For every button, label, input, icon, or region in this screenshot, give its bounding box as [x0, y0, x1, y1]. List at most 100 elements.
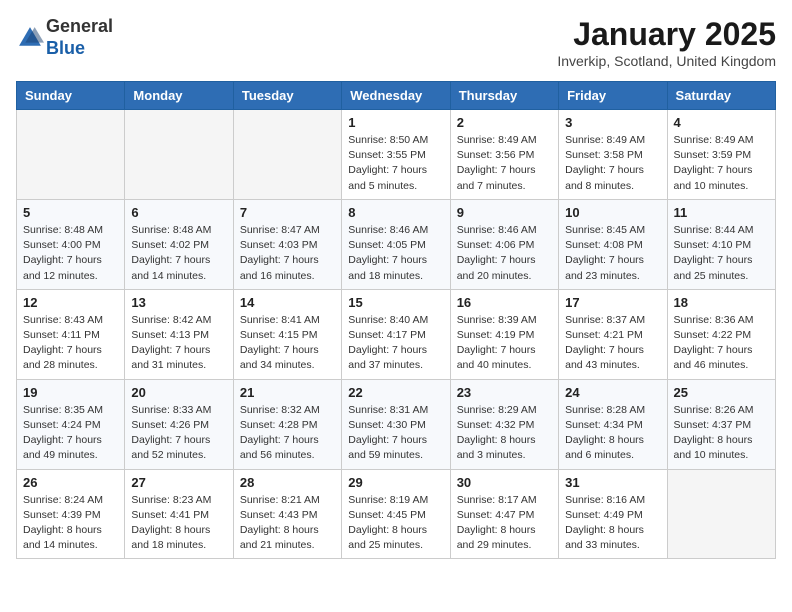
logo-blue-text: Blue — [46, 38, 85, 58]
day-cell-2-3: 15Sunrise: 8:40 AM Sunset: 4:17 PM Dayli… — [342, 289, 450, 379]
day-number: 20 — [131, 385, 226, 400]
day-cell-2-5: 17 Sunrise: 8:37 AM Sunset: 4:21 PM Dayli… — [559, 289, 667, 379]
day-info: Sunrise: 8:24 AM Sunset: 4:39 PM Dayligh… — [23, 493, 118, 554]
day-number: 2 — [457, 115, 552, 130]
day-cell-3-2: 21 Sunrise: 8:32 AM Sunset: 4:28 PM Dayli… — [233, 379, 341, 469]
day-info: Sunrise: 8:50 AM Sunset: 3:55 PM Dayligh… — [348, 133, 443, 194]
day-info: Sunrise: 8:49 AM Sunset: 3:58 PM Dayligh… — [565, 133, 660, 194]
day-number: 30 — [457, 475, 552, 490]
day-number: 11 — [674, 205, 769, 220]
day-cell-4-6 — [667, 469, 775, 559]
day-cell-0-0 — [17, 110, 125, 200]
day-cell-4-1: 27 Sunrise: 8:23 AM Sunset: 4:41 PM Dayli… — [125, 469, 233, 559]
day-number: 6 — [131, 205, 226, 220]
day-number: 8 — [348, 205, 443, 220]
week-row-1: 1 Sunrise: 8:50 AM Sunset: 3:55 PM Daylig… — [17, 110, 776, 200]
day-number: 29 — [348, 475, 443, 490]
day-info: Sunrise: 8:43 AM Sunset: 4:11 PM Dayligh… — [23, 313, 118, 374]
day-cell-1-3: 8Sunrise: 8:46 AM Sunset: 4:05 PM Daylig… — [342, 199, 450, 289]
day-cell-0-3: 1 Sunrise: 8:50 AM Sunset: 3:55 PM Daylig… — [342, 110, 450, 200]
day-number: 19 — [23, 385, 118, 400]
day-number: 1 — [348, 115, 443, 130]
day-cell-3-3: 22 Sunrise: 8:31 AM Sunset: 4:30 PM Dayli… — [342, 379, 450, 469]
day-number: 15 — [348, 295, 443, 310]
day-cell-3-6: 25 Sunrise: 8:26 AM Sunset: 4:37 PM Dayli… — [667, 379, 775, 469]
day-cell-0-1 — [125, 110, 233, 200]
logo: General Blue — [16, 16, 113, 59]
day-number: 23 — [457, 385, 552, 400]
day-cell-2-0: 12 Sunrise: 8:43 AM Sunset: 4:11 PM Dayli… — [17, 289, 125, 379]
day-info: Sunrise: 8:42 AM Sunset: 4:13 PM Dayligh… — [131, 313, 226, 374]
day-number: 21 — [240, 385, 335, 400]
day-number: 25 — [674, 385, 769, 400]
day-info: Sunrise: 8:46 AM Sunset: 4:06 PM Dayligh… — [457, 223, 552, 284]
day-info: Sunrise: 8:28 AM Sunset: 4:34 PM Dayligh… — [565, 403, 660, 464]
logo-general-text: General — [46, 16, 113, 36]
day-info: Sunrise: 8:49 AM Sunset: 3:56 PM Dayligh… — [457, 133, 552, 194]
logo-icon — [16, 24, 44, 52]
day-number: 28 — [240, 475, 335, 490]
day-cell-3-4: 23Sunrise: 8:29 AM Sunset: 4:32 PM Dayli… — [450, 379, 558, 469]
logo-text: General Blue — [46, 16, 113, 59]
day-info: Sunrise: 8:36 AM Sunset: 4:22 PM Dayligh… — [674, 313, 769, 374]
location-text: Inverkip, Scotland, United Kingdom — [557, 53, 776, 69]
day-cell-4-4: 30 Sunrise: 8:17 AM Sunset: 4:47 PM Dayli… — [450, 469, 558, 559]
day-number: 5 — [23, 205, 118, 220]
day-cell-2-1: 13Sunrise: 8:42 AM Sunset: 4:13 PM Dayli… — [125, 289, 233, 379]
day-number: 17 — [565, 295, 660, 310]
day-cell-0-4: 2 Sunrise: 8:49 AM Sunset: 3:56 PM Daylig… — [450, 110, 558, 200]
title-block: January 2025 Inverkip, Scotland, United … — [557, 16, 776, 69]
day-info: Sunrise: 8:45 AM Sunset: 4:08 PM Dayligh… — [565, 223, 660, 284]
day-number: 22 — [348, 385, 443, 400]
day-info: Sunrise: 8:33 AM Sunset: 4:26 PM Dayligh… — [131, 403, 226, 464]
week-row-4: 19 Sunrise: 8:35 AM Sunset: 4:24 PM Dayli… — [17, 379, 776, 469]
header-saturday: Saturday — [667, 82, 775, 110]
header-wednesday: Wednesday — [342, 82, 450, 110]
day-number: 27 — [131, 475, 226, 490]
day-info: Sunrise: 8:23 AM Sunset: 4:41 PM Dayligh… — [131, 493, 226, 554]
day-info: Sunrise: 8:19 AM Sunset: 4:45 PM Dayligh… — [348, 493, 443, 554]
day-cell-0-2 — [233, 110, 341, 200]
day-info: Sunrise: 8:41 AM Sunset: 4:15 PM Dayligh… — [240, 313, 335, 374]
day-cell-1-0: 5 Sunrise: 8:48 AM Sunset: 4:00 PM Daylig… — [17, 199, 125, 289]
day-info: Sunrise: 8:37 AM Sunset: 4:21 PM Dayligh… — [565, 313, 660, 374]
day-cell-4-5: 31Sunrise: 8:16 AM Sunset: 4:49 PM Dayli… — [559, 469, 667, 559]
day-number: 12 — [23, 295, 118, 310]
day-info: Sunrise: 8:31 AM Sunset: 4:30 PM Dayligh… — [348, 403, 443, 464]
day-number: 26 — [23, 475, 118, 490]
day-cell-3-5: 24 Sunrise: 8:28 AM Sunset: 4:34 PM Dayli… — [559, 379, 667, 469]
page-header: General Blue January 2025 Inverkip, Scot… — [16, 16, 776, 69]
day-info: Sunrise: 8:26 AM Sunset: 4:37 PM Dayligh… — [674, 403, 769, 464]
header-monday: Monday — [125, 82, 233, 110]
day-info: Sunrise: 8:32 AM Sunset: 4:28 PM Dayligh… — [240, 403, 335, 464]
day-cell-1-5: 10Sunrise: 8:45 AM Sunset: 4:08 PM Dayli… — [559, 199, 667, 289]
month-title: January 2025 — [557, 16, 776, 53]
day-info: Sunrise: 8:21 AM Sunset: 4:43 PM Dayligh… — [240, 493, 335, 554]
header-tuesday: Tuesday — [233, 82, 341, 110]
day-cell-4-2: 28 Sunrise: 8:21 AM Sunset: 4:43 PM Dayli… — [233, 469, 341, 559]
day-info: Sunrise: 8:48 AM Sunset: 4:00 PM Dayligh… — [23, 223, 118, 284]
day-number: 7 — [240, 205, 335, 220]
day-cell-1-2: 7 Sunrise: 8:47 AM Sunset: 4:03 PM Daylig… — [233, 199, 341, 289]
day-number: 14 — [240, 295, 335, 310]
day-info: Sunrise: 8:35 AM Sunset: 4:24 PM Dayligh… — [23, 403, 118, 464]
day-cell-4-3: 29 Sunrise: 8:19 AM Sunset: 4:45 PM Dayli… — [342, 469, 450, 559]
header-friday: Friday — [559, 82, 667, 110]
day-cell-1-6: 11 Sunrise: 8:44 AM Sunset: 4:10 PM Dayli… — [667, 199, 775, 289]
calendar-header-row: Sunday Monday Tuesday Wednesday Thursday… — [17, 82, 776, 110]
day-number: 31 — [565, 475, 660, 490]
day-number: 18 — [674, 295, 769, 310]
day-number: 3 — [565, 115, 660, 130]
day-cell-2-4: 16Sunrise: 8:39 AM Sunset: 4:19 PM Dayli… — [450, 289, 558, 379]
header-thursday: Thursday — [450, 82, 558, 110]
week-row-3: 12 Sunrise: 8:43 AM Sunset: 4:11 PM Dayli… — [17, 289, 776, 379]
day-info: Sunrise: 8:44 AM Sunset: 4:10 PM Dayligh… — [674, 223, 769, 284]
day-number: 24 — [565, 385, 660, 400]
header-sunday: Sunday — [17, 82, 125, 110]
day-info: Sunrise: 8:17 AM Sunset: 4:47 PM Dayligh… — [457, 493, 552, 554]
day-number: 16 — [457, 295, 552, 310]
week-row-5: 26 Sunrise: 8:24 AM Sunset: 4:39 PM Dayli… — [17, 469, 776, 559]
day-number: 4 — [674, 115, 769, 130]
day-info: Sunrise: 8:49 AM Sunset: 3:59 PM Dayligh… — [674, 133, 769, 194]
day-info: Sunrise: 8:47 AM Sunset: 4:03 PM Dayligh… — [240, 223, 335, 284]
